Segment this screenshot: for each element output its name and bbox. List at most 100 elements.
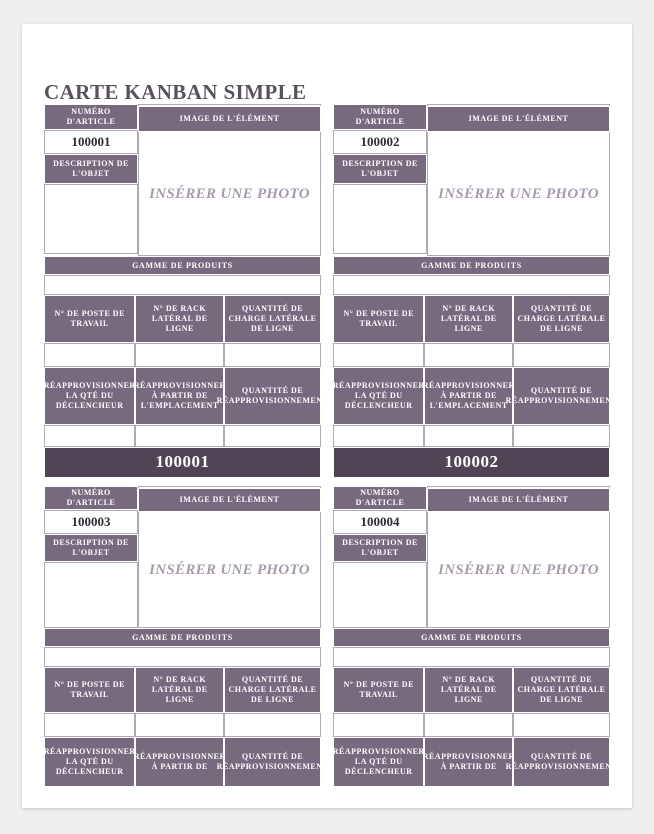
product-range-input[interactable] <box>333 275 610 295</box>
card-footer-number: 100001 <box>44 447 321 478</box>
line-side-rack-number-input[interactable] <box>424 343 514 367</box>
workstation-number-input[interactable] <box>333 343 425 367</box>
card-row-top: NUMÉRO D'ARTICLE 100001 DESCRIPTION DE L… <box>44 104 617 478</box>
item-number-value[interactable]: 100001 <box>44 130 138 154</box>
kanban-card-grid: NUMÉRO D'ARTICLE 100001 DESCRIPTION DE L… <box>44 104 617 795</box>
trigger-qty-header: RÉAPPROVISIONNER LA QTÉ DU DÉCLENCHEUR <box>333 737 425 787</box>
location-input-row <box>333 343 610 367</box>
replenish-from-header: RÉAPPROVISIONNER À PARTIR DE <box>134 737 225 787</box>
line-side-load-quantity-input[interactable] <box>513 343 610 367</box>
line-side-rack-number-header: N° DE RACK LATÉRAL DE LIGNE <box>424 667 514 713</box>
card-top-block: NUMÉRO D'ARTICLE 100004 DESCRIPTION DE L… <box>333 486 610 628</box>
product-range-input[interactable] <box>333 647 610 667</box>
item-number-header: NUMÉRO D'ARTICLE <box>44 486 138 510</box>
workstation-number-header: N° DE POSTE DE TRAVAIL <box>333 295 425 343</box>
object-description-header: DESCRIPTION DE L'OBJET <box>333 154 427 184</box>
product-range-header: GAMME DE PRODUITS <box>333 256 610 275</box>
replenishment-quantity-header: QUANTITÉ DE RÉAPPROVISIONNEMENT <box>506 367 617 425</box>
replenish-from-header: RÉAPPROVISIONNER À PARTIR DE L'EMPLACEME… <box>423 367 514 425</box>
product-range-header: GAMME DE PRODUITS <box>44 256 321 275</box>
replenish-from-header: RÉAPPROVISIONNER À PARTIR DE <box>423 737 514 787</box>
location-input-row <box>44 713 321 737</box>
card-left-column: NUMÉRO D'ARTICLE 100002 DESCRIPTION DE L… <box>333 104 427 256</box>
replenish-header-row: RÉAPPROVISIONNER LA QTÉ DU DÉCLENCHEUR R… <box>333 737 617 787</box>
object-description-header: DESCRIPTION DE L'OBJET <box>333 534 427 562</box>
line-side-rack-number-input[interactable] <box>135 343 225 367</box>
product-range-input[interactable] <box>44 275 321 295</box>
location-input-row <box>44 343 321 367</box>
kanban-card-100002: NUMÉRO D'ARTICLE 100002 DESCRIPTION DE L… <box>333 104 617 478</box>
object-description-input[interactable] <box>333 184 427 254</box>
card-row-bottom: NUMÉRO D'ARTICLE 100003 DESCRIPTION DE L… <box>44 486 617 787</box>
replenishment-quantity-header: QUANTITÉ DE RÉAPPROVISIONNEMENT <box>217 367 328 425</box>
item-number-value[interactable]: 100003 <box>44 510 138 534</box>
item-image-column <box>138 104 321 256</box>
item-number-header: NUMÉRO D'ARTICLE <box>333 486 427 510</box>
replenishment-quantity-input[interactable] <box>224 425 321 447</box>
item-image-column <box>138 486 321 628</box>
location-input-row <box>333 713 610 737</box>
trigger-qty-header: RÉAPPROVISIONNER LA QTÉ DU DÉCLENCHEUR <box>44 367 136 425</box>
line-side-rack-number-input[interactable] <box>424 713 514 737</box>
line-side-load-quantity-header: QUANTITÉ DE CHARGE LATÉRALE DE LIGNE <box>513 667 610 713</box>
workstation-number-header: N° DE POSTE DE TRAVAIL <box>44 667 136 713</box>
item-image-column <box>427 486 610 628</box>
product-range-input[interactable] <box>44 647 321 667</box>
replenishment-quantity-header: QUANTITÉ DE RÉAPPROVISIONNEMENT <box>506 737 617 787</box>
replenish-input-row <box>333 425 610 447</box>
item-number-header: NUMÉRO D'ARTICLE <box>44 104 138 130</box>
location-header-row: N° DE POSTE DE TRAVAIL N° DE RACK LATÉRA… <box>44 667 321 713</box>
kanban-card-100001: NUMÉRO D'ARTICLE 100001 DESCRIPTION DE L… <box>44 104 328 478</box>
item-number-value[interactable]: 100002 <box>333 130 427 154</box>
line-side-rack-number-header: N° DE RACK LATÉRAL DE LIGNE <box>135 295 225 343</box>
replenish-header-row: RÉAPPROVISIONNER LA QTÉ DU DÉCLENCHEUR R… <box>44 367 328 425</box>
item-image-column <box>427 104 610 256</box>
page-title: CARTE KANBAN SIMPLE <box>44 80 307 104</box>
line-side-load-quantity-input[interactable] <box>224 343 321 367</box>
replenishment-quantity-header: QUANTITÉ DE RÉAPPROVISIONNEMENT <box>217 737 328 787</box>
line-side-load-quantity-header: QUANTITÉ DE CHARGE LATÉRALE DE LIGNE <box>513 295 610 343</box>
trigger-qty-input[interactable] <box>333 425 425 447</box>
card-top-block: NUMÉRO D'ARTICLE 100001 DESCRIPTION DE L… <box>44 104 321 256</box>
workstation-number-input[interactable] <box>44 343 136 367</box>
trigger-qty-header: RÉAPPROVISIONNER LA QTÉ DU DÉCLENCHEUR <box>44 737 136 787</box>
location-header-row: N° DE POSTE DE TRAVAIL N° DE RACK LATÉRA… <box>44 295 321 343</box>
card-left-column: NUMÉRO D'ARTICLE 100001 DESCRIPTION DE L… <box>44 104 138 256</box>
item-number-value[interactable]: 100004 <box>333 510 427 534</box>
object-description-input[interactable] <box>44 184 138 254</box>
object-description-header: DESCRIPTION DE L'OBJET <box>44 154 138 184</box>
line-side-load-quantity-input[interactable] <box>224 713 321 737</box>
workstation-number-input[interactable] <box>44 713 136 737</box>
card-footer-number: 100002 <box>333 447 610 478</box>
replenish-from-input[interactable] <box>424 425 514 447</box>
line-side-load-quantity-header: QUANTITÉ DE CHARGE LATÉRALE DE LIGNE <box>224 667 321 713</box>
replenish-from-input[interactable] <box>135 425 225 447</box>
product-range-header: GAMME DE PRODUITS <box>44 628 321 647</box>
workstation-number-header: N° DE POSTE DE TRAVAIL <box>44 295 136 343</box>
trigger-qty-input[interactable] <box>44 425 136 447</box>
object-description-input[interactable] <box>333 562 427 628</box>
line-side-rack-number-input[interactable] <box>135 713 225 737</box>
item-number-header: NUMÉRO D'ARTICLE <box>333 104 427 130</box>
document-page: CARTE KANBAN SIMPLE NUMÉRO D'ARTICLE 100… <box>22 24 632 808</box>
replenish-input-row <box>44 425 321 447</box>
line-side-rack-number-header: N° DE RACK LATÉRAL DE LIGNE <box>135 667 225 713</box>
card-top-block: NUMÉRO D'ARTICLE 100002 DESCRIPTION DE L… <box>333 104 610 256</box>
kanban-card-100004: NUMÉRO D'ARTICLE 100004 DESCRIPTION DE L… <box>333 486 617 787</box>
replenishment-quantity-input[interactable] <box>513 425 610 447</box>
line-side-load-quantity-header: QUANTITÉ DE CHARGE LATÉRALE DE LIGNE <box>224 295 321 343</box>
line-side-load-quantity-input[interactable] <box>513 713 610 737</box>
object-description-header: DESCRIPTION DE L'OBJET <box>44 534 138 562</box>
object-description-input[interactable] <box>44 562 138 628</box>
card-left-column: NUMÉRO D'ARTICLE 100004 DESCRIPTION DE L… <box>333 486 427 628</box>
line-side-rack-number-header: N° DE RACK LATÉRAL DE LIGNE <box>424 295 514 343</box>
card-left-column: NUMÉRO D'ARTICLE 100003 DESCRIPTION DE L… <box>44 486 138 628</box>
trigger-qty-header: RÉAPPROVISIONNER LA QTÉ DU DÉCLENCHEUR <box>333 367 425 425</box>
workstation-number-header: N° DE POSTE DE TRAVAIL <box>333 667 425 713</box>
replenish-header-row: RÉAPPROVISIONNER LA QTÉ DU DÉCLENCHEUR R… <box>333 367 617 425</box>
location-header-row: N° DE POSTE DE TRAVAIL N° DE RACK LATÉRA… <box>333 295 610 343</box>
workstation-number-input[interactable] <box>333 713 425 737</box>
replenish-header-row: RÉAPPROVISIONNER LA QTÉ DU DÉCLENCHEUR R… <box>44 737 328 787</box>
card-top-block: NUMÉRO D'ARTICLE 100003 DESCRIPTION DE L… <box>44 486 321 628</box>
replenish-from-header: RÉAPPROVISIONNER À PARTIR DE L'EMPLACEME… <box>134 367 225 425</box>
